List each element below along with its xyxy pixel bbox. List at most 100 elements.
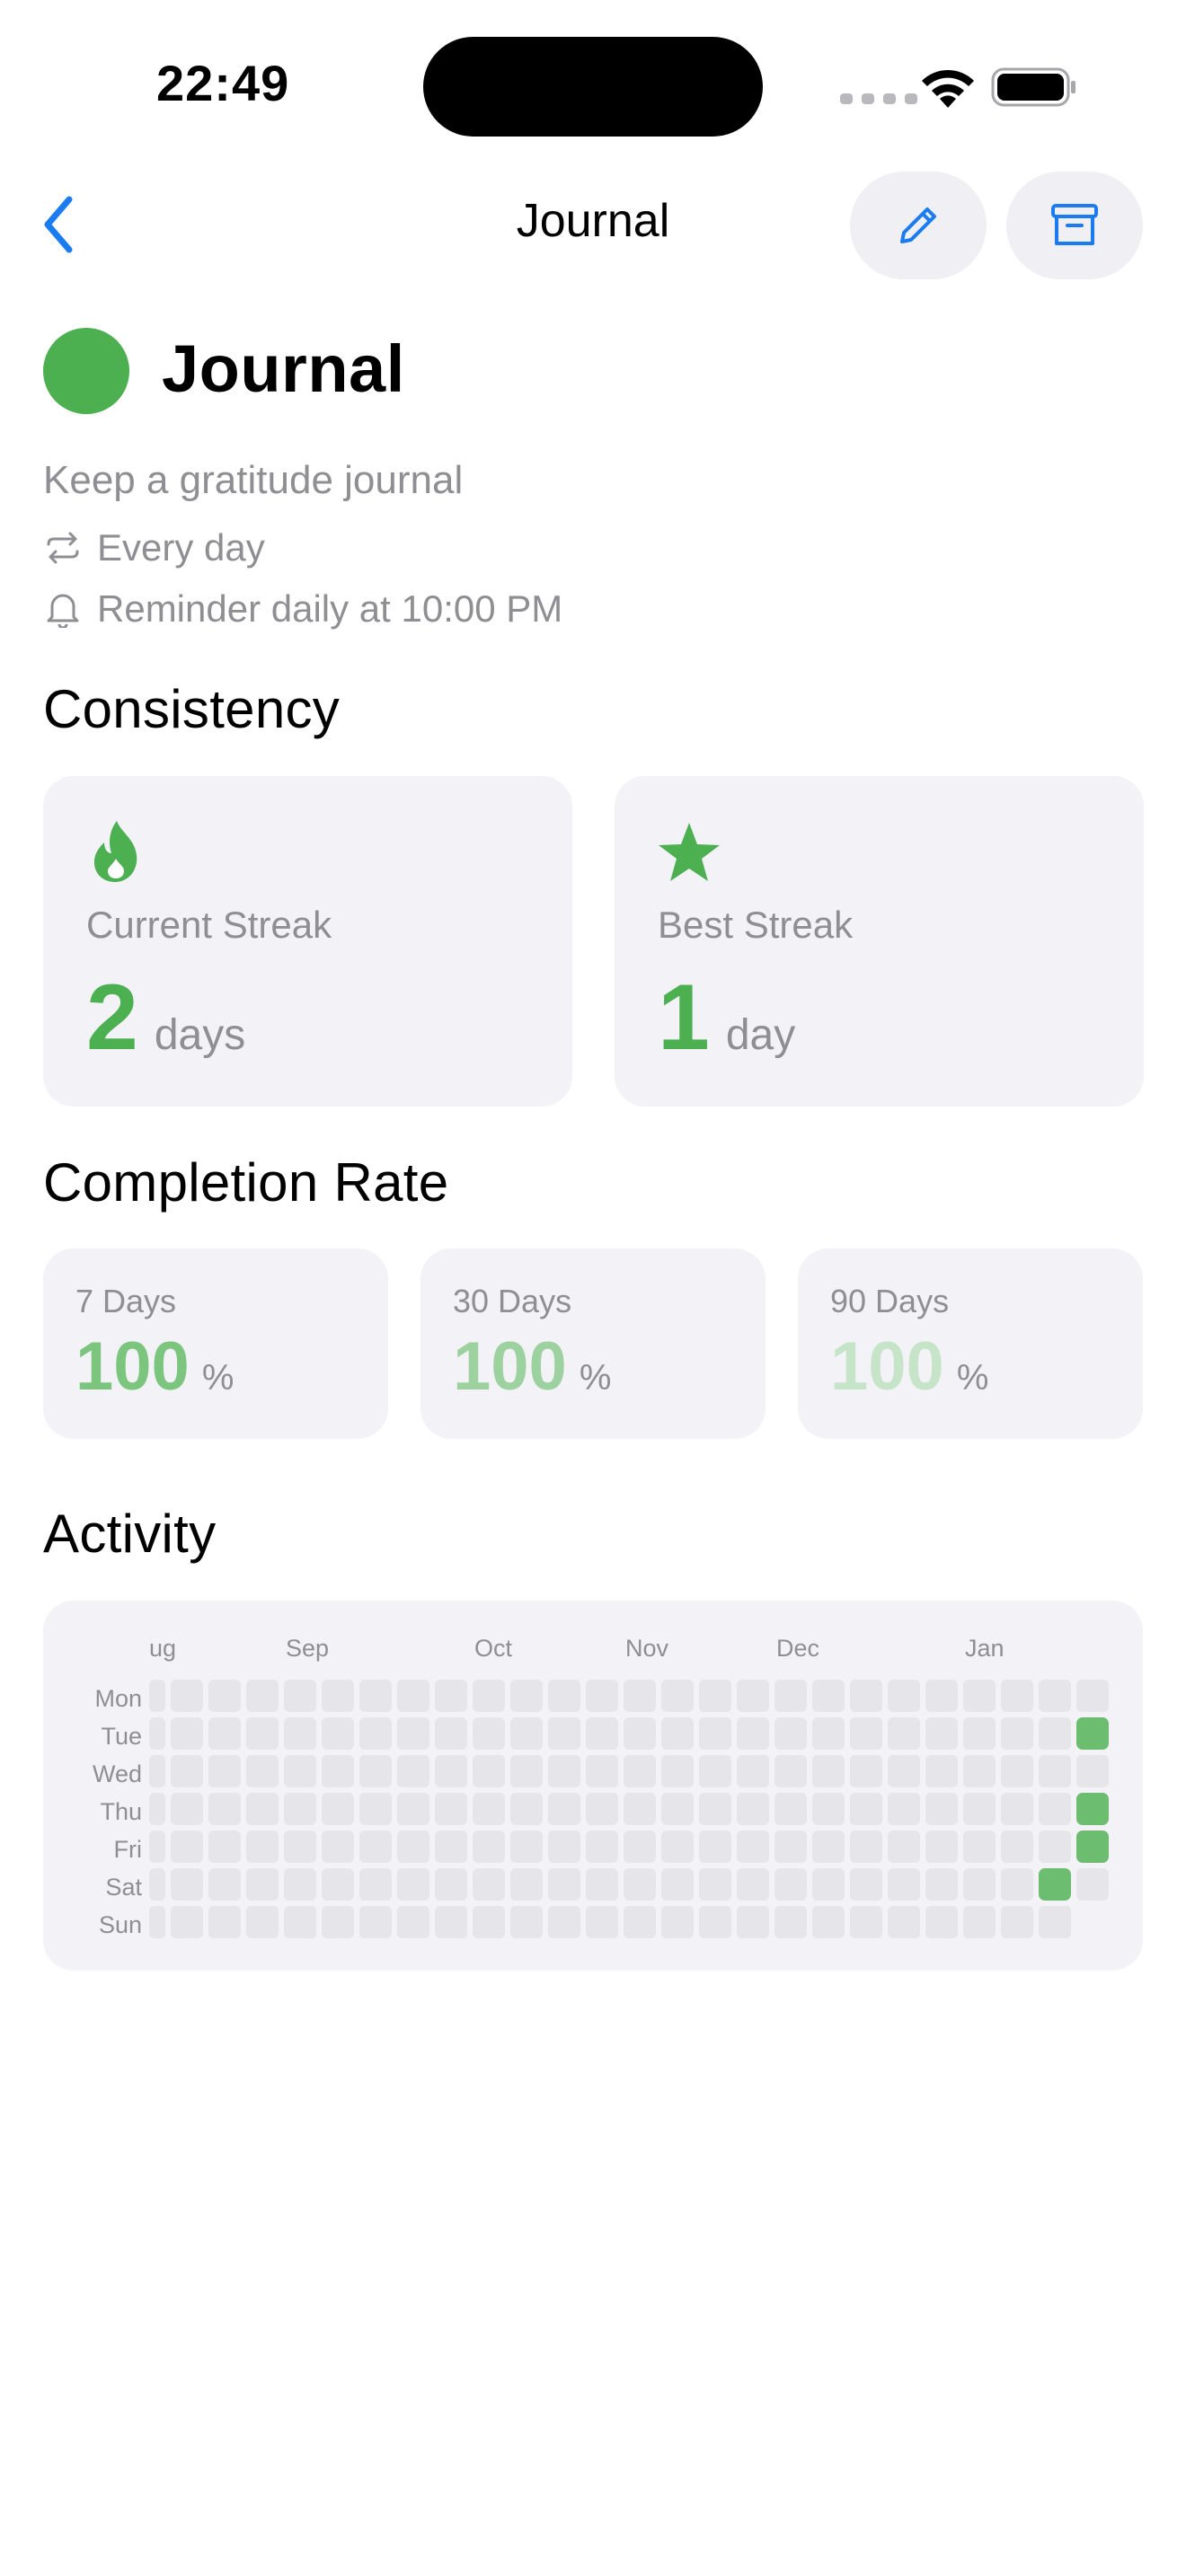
- heatmap-cell: [397, 1868, 429, 1901]
- heatmap-cell: [322, 1793, 354, 1825]
- current-streak-number: 2: [86, 966, 138, 1070]
- heatmap-cell: [812, 1680, 845, 1712]
- heatmap-cell: [322, 1717, 354, 1750]
- heatmap-cell: [888, 1793, 920, 1825]
- frequency-text: Every day: [97, 526, 265, 569]
- heatmap-cell: [510, 1755, 543, 1787]
- heatmap-cell: [812, 1831, 845, 1863]
- rate-label: 7 Days: [75, 1283, 177, 1319]
- heatmap-cell: [1039, 1717, 1071, 1750]
- heatmap-cell: [1001, 1868, 1033, 1901]
- heatmap-cell: [1001, 1831, 1033, 1863]
- status-time: 22:49: [156, 55, 290, 111]
- heatmap-cell: [586, 1906, 618, 1938]
- heatmap-cell: [661, 1906, 694, 1938]
- heatmap-cell: [473, 1906, 505, 1938]
- heatmap-cell: [774, 1831, 807, 1863]
- heatmap-cell: [435, 1755, 467, 1787]
- heatmap-cell: [699, 1868, 731, 1901]
- heatmap-cell: [473, 1680, 505, 1712]
- heatmap-cell: [171, 1717, 203, 1750]
- heatmap-cell: [435, 1680, 467, 1712]
- heatmap-cell: [661, 1868, 694, 1901]
- best-streak-card: Best Streak 1 day: [615, 776, 1144, 1107]
- day-label-mon: Mon: [94, 1685, 142, 1712]
- month-label: Oct: [474, 1635, 513, 1662]
- heatmap-cell: [171, 1868, 203, 1901]
- rate-value: 100 %: [830, 1328, 988, 1406]
- heatmap-cell: [473, 1793, 505, 1825]
- heatmap-cell: [624, 1831, 656, 1863]
- heatmap-cell: [171, 1831, 203, 1863]
- habit-color-dot: [43, 328, 129, 414]
- heatmap-cell: [246, 1717, 279, 1750]
- heatmap-cell: [359, 1755, 392, 1787]
- pencil-icon: [900, 207, 936, 243]
- heatmap-cell: [925, 1680, 958, 1712]
- rate-number: 100: [453, 1328, 567, 1405]
- best-streak-label: Best Streak: [658, 904, 854, 946]
- heatmap-cell: [473, 1868, 505, 1901]
- heatmap-cell: [850, 1680, 882, 1712]
- day-label-sat: Sat: [105, 1874, 142, 1901]
- heatmap-cell: [171, 1793, 203, 1825]
- heatmap-cell: [850, 1906, 882, 1938]
- heatmap-cell: [624, 1906, 656, 1938]
- heatmap-cell: [661, 1680, 694, 1712]
- heatmap-cell: [586, 1793, 618, 1825]
- heatmap-cell: [246, 1755, 279, 1787]
- heatmap-cell: [1001, 1793, 1033, 1825]
- dynamic-island: [423, 37, 763, 137]
- archive-button[interactable]: [1006, 172, 1143, 279]
- rate-number: 100: [830, 1328, 944, 1405]
- heatmap-cell: [435, 1831, 467, 1863]
- heatmap-cell: [737, 1717, 769, 1750]
- edit-button[interactable]: [850, 172, 987, 279]
- heatmap-cell: [149, 1755, 165, 1787]
- heatmap-cell: [699, 1906, 731, 1938]
- heatmap-cell: [359, 1906, 392, 1938]
- heatmap-cell: [322, 1868, 354, 1901]
- heatmap-cell: [149, 1680, 165, 1712]
- heatmap-cell: [171, 1680, 203, 1712]
- heatmap-cell: [888, 1868, 920, 1901]
- heatmap-cell: [737, 1680, 769, 1712]
- heatmap-cell: [737, 1906, 769, 1938]
- heatmap-cell: [208, 1906, 241, 1938]
- back-button[interactable]: [27, 189, 90, 260]
- heatmap-cell: [548, 1868, 580, 1901]
- heatmap-cell: [171, 1906, 203, 1938]
- reminder-text: Reminder daily at 10:00 PM: [97, 587, 563, 630]
- heatmap-cell: [1001, 1755, 1033, 1787]
- heatmap-cell: [586, 1755, 618, 1787]
- heatmap-cell: [435, 1906, 467, 1938]
- heatmap-cell: [812, 1793, 845, 1825]
- repeat-icon: [43, 528, 83, 568]
- wifi-icon: [922, 69, 974, 108]
- heatmap-cell: [925, 1793, 958, 1825]
- rate-value: 100 %: [75, 1328, 234, 1406]
- heatmap-cell: [963, 1906, 996, 1938]
- month-label: Sep: [286, 1635, 330, 1662]
- heatmap-cell: [1001, 1906, 1033, 1938]
- heatmap-cell: [397, 1906, 429, 1938]
- heatmap-cell: [963, 1680, 996, 1712]
- day-label-thu: Thu: [100, 1798, 142, 1825]
- heatmap-cell: [284, 1717, 316, 1750]
- heatmap-cell: [246, 1680, 279, 1712]
- heatmap-cell: [624, 1793, 656, 1825]
- heatmap-cell: [246, 1831, 279, 1863]
- heatmap-cell: [774, 1680, 807, 1712]
- heatmap-cell: [548, 1717, 580, 1750]
- current-streak-value: 2 days: [86, 965, 245, 1072]
- heatmap-cell: [1001, 1717, 1033, 1750]
- heatmap-cell: [284, 1868, 316, 1901]
- heatmap-cell: [812, 1755, 845, 1787]
- heatmap-cell: [925, 1717, 958, 1750]
- heatmap-cell: [737, 1793, 769, 1825]
- heatmap-cell: [208, 1680, 241, 1712]
- heatmap-cell: [1039, 1831, 1071, 1863]
- rate-label: 30 Days: [453, 1283, 572, 1319]
- month-label: Dec: [776, 1635, 820, 1662]
- best-streak-number: 1: [658, 966, 710, 1070]
